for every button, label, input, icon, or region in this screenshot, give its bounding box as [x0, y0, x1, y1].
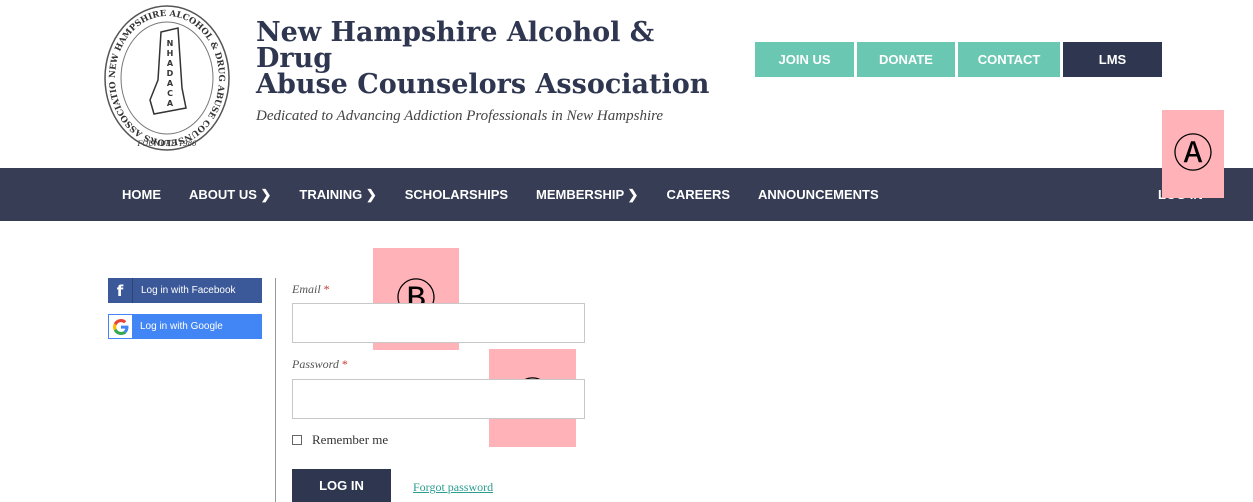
- nav-item-training[interactable]: TRAINING ❯: [299, 187, 376, 203]
- logo-letter: D: [167, 69, 174, 78]
- site-tagline: Dedicated to Advancing Addiction Profess…: [256, 108, 664, 124]
- login-button[interactable]: LOG IN: [292, 469, 391, 502]
- remember-me-label: Remember me: [312, 432, 389, 447]
- nav-item-home[interactable]: HOME: [122, 187, 161, 202]
- site-title[interactable]: New Hampshire Alcohol & Drug Abuse Couns…: [256, 17, 736, 100]
- logo-letter: A: [167, 59, 174, 68]
- email-label: Email *: [292, 282, 330, 297]
- password-label-text: Password: [292, 357, 339, 371]
- nhadaca-logo[interactable]: NEW HAMPSHIRE ALCOHOL & DRUG ABUSE COUNS…: [100, 0, 230, 152]
- logo-letter: A: [167, 79, 174, 88]
- lms-button[interactable]: LMS: [1063, 42, 1162, 77]
- logo-letter: C: [167, 89, 173, 98]
- password-field[interactable]: [292, 379, 585, 419]
- nav-item-membership[interactable]: MEMBERSHIP ❯: [536, 187, 638, 203]
- form-divider: [275, 278, 276, 502]
- logo-letter: A: [167, 99, 174, 108]
- nav-item-scholarships[interactable]: SCHOLARSHIPS: [405, 187, 508, 202]
- google-login-button[interactable]: Log in with Google: [108, 314, 262, 339]
- remember-me-checkbox[interactable]: [292, 435, 302, 445]
- logo-letter: H: [167, 49, 174, 58]
- google-icon: [109, 315, 132, 338]
- facebook-login-label: Log in with Facebook: [141, 285, 236, 296]
- join-us-button[interactable]: JOIN US: [755, 42, 854, 77]
- main-nav: HOME ABOUT US ❯ TRAINING ❯ SCHOLARSHIPS …: [0, 168, 1253, 221]
- remember-me[interactable]: Remember me: [292, 432, 388, 448]
- top-buttons: JOIN US DONATE CONTACT LMS: [755, 42, 1162, 77]
- facebook-icon: f: [108, 278, 133, 303]
- marker-a: Ⓐ: [1162, 110, 1224, 198]
- required-mark: *: [341, 357, 348, 371]
- nav-item-about-us[interactable]: ABOUT US ❯: [189, 187, 271, 203]
- facebook-login-button[interactable]: f Log in with Facebook: [108, 278, 262, 303]
- email-label-text: Email: [292, 282, 321, 296]
- google-login-label: Log in with Google: [140, 321, 223, 332]
- contact-button[interactable]: CONTACT: [958, 42, 1060, 77]
- nav-item-careers[interactable]: CAREERS: [666, 187, 730, 202]
- logo-founded: FOUNDED 1986: [137, 140, 198, 148]
- site-title-line1: New Hampshire Alcohol & Drug: [256, 17, 655, 74]
- donate-button[interactable]: DONATE: [857, 42, 955, 77]
- nav-item-announcements[interactable]: ANNOUNCEMENTS: [758, 187, 879, 202]
- password-label: Password *: [292, 357, 348, 372]
- forgot-password-link[interactable]: Forgot password: [413, 480, 493, 495]
- site-title-line2: Abuse Counselors Association: [256, 69, 710, 100]
- required-mark: *: [323, 282, 330, 296]
- logo-letter: N: [167, 39, 174, 48]
- logo-seal-icon: NEW HAMPSHIRE ALCOHOL & DRUG ABUSE COUNS…: [100, 0, 230, 151]
- email-field[interactable]: [292, 303, 585, 343]
- marker-a-label: Ⓐ: [1173, 131, 1213, 177]
